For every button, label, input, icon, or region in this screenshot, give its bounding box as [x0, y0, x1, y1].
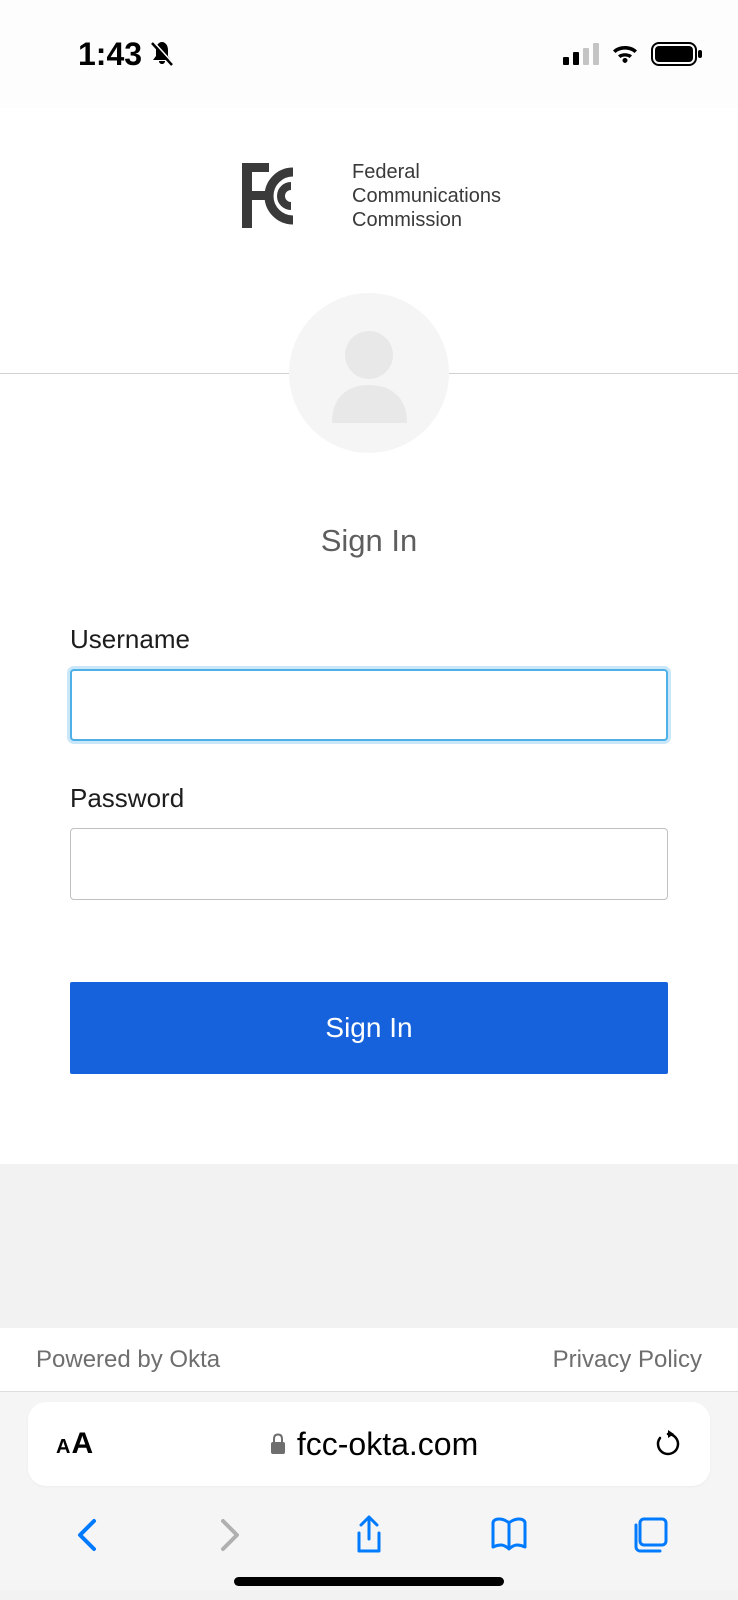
url-text: fcc-okta.com: [297, 1426, 478, 1463]
logo-text-line2: Communications: [352, 184, 501, 208]
sign-in-button[interactable]: Sign In: [70, 982, 668, 1074]
password-label: Password: [70, 783, 668, 814]
sign-in-form: Sign In Username Password Sign In: [0, 453, 738, 1164]
footer-bar: Powered by Okta Privacy Policy: [0, 1328, 738, 1391]
lock-icon: [269, 1433, 287, 1455]
password-group: Password: [70, 783, 668, 900]
chevron-left-icon: [66, 1513, 110, 1557]
username-group: Username: [70, 624, 668, 741]
bookmarks-button[interactable]: [484, 1510, 534, 1560]
share-button[interactable]: [344, 1510, 394, 1560]
logo-text: Federal Communications Commission: [352, 160, 501, 232]
wifi-icon: [609, 43, 641, 65]
share-icon: [347, 1513, 391, 1557]
password-input[interactable]: [70, 828, 668, 900]
status-bar-left: 1:43: [78, 36, 174, 73]
logo-text-line3: Commission: [352, 208, 501, 232]
logo-header: Federal Communications Commission: [0, 108, 738, 293]
cellular-signal-icon: [563, 43, 599, 65]
fcc-logo-icon: [237, 158, 322, 233]
battery-icon: [651, 42, 703, 66]
status-time: 1:43: [78, 36, 142, 73]
reload-icon[interactable]: [654, 1430, 682, 1458]
url-display: fcc-okta.com: [93, 1426, 654, 1463]
font-size-button[interactable]: AA: [56, 1427, 93, 1461]
chevron-right-icon: [207, 1513, 251, 1557]
logo-text-line1: Federal: [352, 160, 501, 184]
privacy-policy-link[interactable]: Privacy Policy: [553, 1346, 702, 1374]
home-indicator[interactable]: [234, 1577, 504, 1586]
book-icon: [487, 1513, 531, 1557]
forward-button[interactable]: [204, 1510, 254, 1560]
tabs-button[interactable]: [625, 1510, 675, 1560]
status-bar-right: [563, 42, 703, 66]
back-button[interactable]: [63, 1510, 113, 1560]
username-label: Username: [70, 624, 668, 655]
page-content: Federal Communications Commission Sign I…: [0, 108, 738, 1164]
username-input[interactable]: [70, 669, 668, 741]
avatar-silhouette-icon: [322, 323, 417, 423]
status-bar: 1:43: [0, 0, 738, 108]
tabs-icon: [628, 1513, 672, 1557]
bell-muted-icon: [150, 40, 174, 68]
avatar: [289, 293, 449, 453]
sign-in-title: Sign In: [70, 523, 668, 559]
powered-by-text: Powered by Okta: [36, 1346, 220, 1374]
avatar-divider: [0, 293, 738, 453]
browser-chrome: AA fcc-okta.com: [0, 1391, 738, 1590]
spacer: [0, 1164, 738, 1328]
url-bar[interactable]: AA fcc-okta.com: [28, 1402, 710, 1486]
